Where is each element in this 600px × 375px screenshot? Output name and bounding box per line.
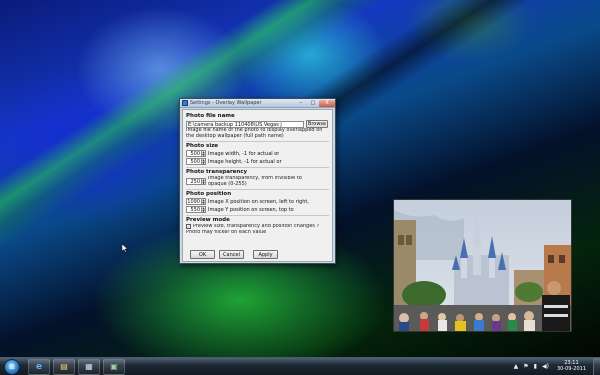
x-position-label: Image X position on screen, left to righ… (208, 198, 309, 205)
folder-icon[interactable]: ▤ (53, 358, 75, 375)
app-window-icon[interactable]: ▦ (78, 358, 100, 375)
network-icon[interactable]: ▮ (534, 363, 537, 370)
dialog-titlebar[interactable]: Settings - Overlay Wallpaper – □ X (180, 99, 335, 108)
photo-position-section-title: Photo position (186, 191, 232, 197)
y-position-row: 550 ▲ ▼ Image Y position on screen, top t… (186, 206, 329, 213)
photo-size-section-title: Photo size (186, 143, 219, 149)
volume-icon[interactable]: ◀) (542, 363, 549, 370)
transparency-row: 250 ▲ ▼ Image transparency, from invisibl… (186, 176, 329, 187)
close-button[interactable]: X (319, 99, 335, 107)
settings-dialog: Settings - Overlay Wallpaper – □ X Photo… (179, 98, 336, 264)
photo-transparency-section-title: Photo transparency (186, 169, 248, 175)
width-row: 500 ▲ ▼ Image width, -1 for actual or (186, 150, 329, 157)
x-position-row: 1090 ▲ ▼ Image X position on screen, left… (186, 198, 329, 205)
photo-file-description: Image file name of the photo to display … (186, 128, 323, 139)
action-center-flag-icon[interactable]: ⚑ (523, 363, 528, 370)
maximize-button[interactable]: □ (307, 100, 319, 107)
dialog-client-area: Photo file name E:\camera backup 110408\… (182, 109, 333, 262)
photo-file-row: E:\camera backup 110408\US Vegas j Brows… (186, 120, 329, 128)
monitor-icon[interactable]: ▣ (103, 358, 125, 375)
castle-photo-image (394, 200, 571, 331)
divider (186, 189, 329, 190)
browse-button[interactable]: Browse (306, 120, 328, 128)
start-button[interactable]: ⊞ (4, 358, 20, 375)
preview-checkbox[interactable]: ✓ (186, 224, 191, 230)
show-desktop-button[interactable] (593, 358, 600, 375)
width-label: Image width, -1 for actual or (208, 150, 280, 157)
divider (186, 215, 329, 216)
height-row: 500 ▲ ▼ Image height, -1 for actual or (186, 158, 329, 165)
app-window-icon (182, 100, 188, 106)
width-spin-arrows-icon[interactable]: ▲ ▼ (202, 150, 206, 157)
width-spin-input[interactable]: 500 (186, 150, 202, 157)
divider (186, 167, 329, 168)
y-position-label: Image Y position on screen, top to (208, 206, 294, 213)
preview-note: Photo may flicker on each value (186, 229, 267, 235)
y-position-spin-arrows-icon[interactable]: ▲ ▼ (202, 206, 206, 213)
divider (186, 141, 329, 142)
preview-section-title: Preview mode (186, 217, 230, 223)
system-tray: ▲ ⚑ ▮ ◀) 23:11 30-09-2011 (509, 360, 586, 372)
x-position-spin-input[interactable]: 1090 (186, 198, 202, 205)
photo-file-section-title: Photo file name (186, 113, 235, 119)
desktop-wallpaper: Settings - Overlay Wallpaper – □ X Photo… (0, 0, 600, 357)
apply-button[interactable]: Apply (253, 250, 278, 259)
height-spin-arrows-icon[interactable]: ▲ ▼ (202, 158, 206, 165)
minimize-button[interactable]: – (295, 100, 307, 107)
transparency-description: Image transparency, from invisible to op… (208, 176, 302, 187)
clock-date: 30-09-2011 (556, 366, 586, 372)
height-spin-input[interactable]: 500 (186, 158, 202, 165)
taskbar: ⊞ e ▤ ▦ ▣ ▲ ⚑ ▮ ◀) 23:11 30-09-2011 (0, 357, 600, 375)
show-hidden-icons-icon[interactable]: ▲ (514, 363, 519, 370)
height-label: Image height, -1 for actual or (208, 158, 282, 165)
cancel-button[interactable]: Cancel (219, 250, 244, 259)
transparency-spin-input[interactable]: 250 (186, 178, 202, 185)
internet-explorer-icon[interactable]: e (28, 358, 50, 375)
transparency-spin-arrows-icon[interactable]: ▲ ▼ (202, 178, 206, 185)
dialog-title: Settings - Overlay Wallpaper (190, 100, 262, 106)
ok-button[interactable]: OK (190, 250, 215, 259)
photo-path-input[interactable]: E:\camera backup 110408\US Vegas j (186, 120, 304, 128)
clock[interactable]: 23:11 30-09-2011 (557, 360, 586, 372)
x-position-spin-arrows-icon[interactable]: ▲ ▼ (202, 198, 206, 205)
overlay-photo (393, 199, 572, 332)
mouse-cursor-icon (122, 244, 128, 253)
y-position-spin-input[interactable]: 550 (186, 206, 202, 213)
dialog-button-row: OK Cancel Apply (190, 250, 282, 259)
